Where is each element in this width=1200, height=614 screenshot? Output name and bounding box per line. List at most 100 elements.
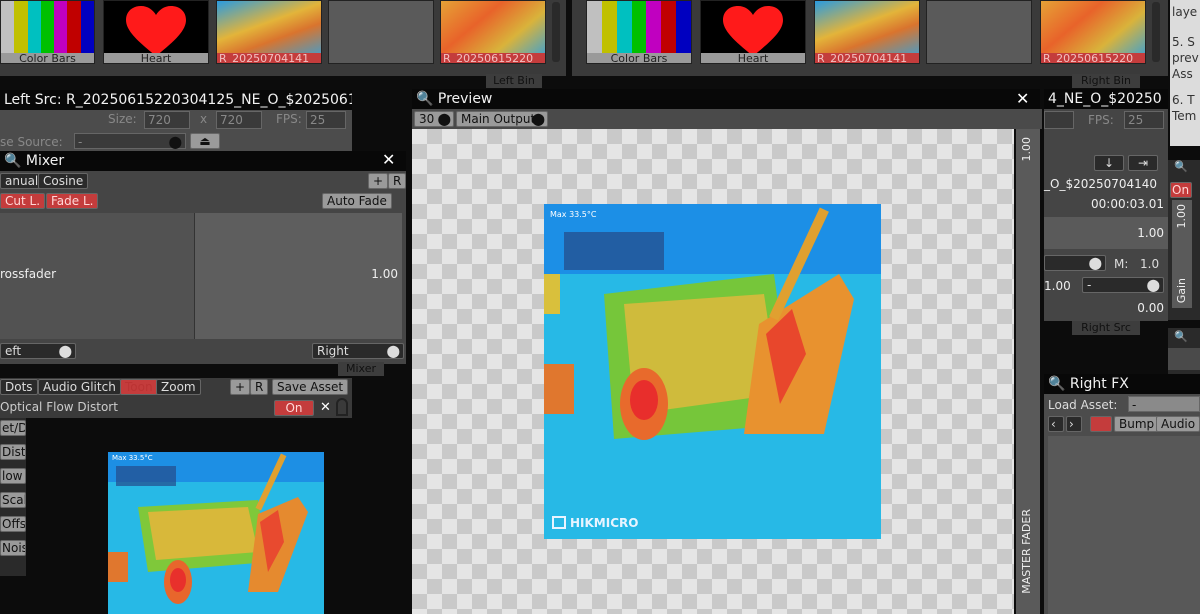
size-label: Size:	[108, 112, 137, 126]
x-label: x	[200, 112, 208, 126]
fade-button[interactable]: Fade L.	[46, 193, 99, 209]
right-fx-header: 🔍 Right FX	[1044, 374, 1200, 394]
offset-value: 0.00	[1137, 301, 1164, 315]
bin-thumb-clip-b[interactable]: R_20250615220	[440, 0, 546, 64]
fx-param-list: et/Dr Disto low Scale Offse Noise	[0, 418, 26, 576]
fx-tab-toon[interactable]: Toon	[120, 379, 158, 395]
effect-on-toggle[interactable]: On	[274, 400, 314, 416]
fps-label: FPS:	[1088, 113, 1114, 127]
thumb-label: R_20250704141	[815, 53, 919, 63]
load-asset-label: Load Asset:	[1048, 398, 1118, 412]
mixer-title: Mixer	[25, 153, 65, 169]
mode-manual-tab[interactable]: anual	[0, 173, 44, 189]
bin-scrollbar[interactable]	[1152, 2, 1160, 62]
fx-reset-button[interactable]: R	[250, 379, 269, 395]
bin-thumb-empty[interactable]	[926, 0, 1032, 64]
preview-close-icon[interactable]: ✕	[1016, 91, 1029, 107]
param-button[interactable]: Scale	[0, 492, 26, 508]
right-fx-title: Right FX	[1069, 376, 1129, 392]
fx-tab-zoom[interactable]: Zoom	[156, 379, 201, 395]
width-field[interactable]: 720	[144, 111, 190, 129]
preview-toolbar: 30 ⬤ Main Output ⬤	[412, 109, 1042, 129]
fx-tab-toon[interactable]	[1090, 416, 1112, 432]
arrow-down-button[interactable]: ↓	[1094, 155, 1124, 171]
height-field[interactable]: 720	[216, 111, 262, 129]
chevron-down-icon: ⬤	[1146, 278, 1160, 292]
fps-field[interactable]: 25	[306, 111, 346, 129]
right-src-title: 4_NE_O_$20250	[1048, 91, 1162, 107]
fx-plus-button[interactable]: +	[230, 379, 251, 395]
fps-select[interactable]: 30 ⬤	[414, 111, 454, 127]
fx-tab-audio-glitch[interactable]: Audio G	[1156, 416, 1200, 432]
chevron-down-icon: ⬤	[386, 344, 400, 358]
right-opacity-slider[interactable]: 1.00	[1044, 217, 1168, 249]
search-icon: 🔍	[416, 91, 434, 107]
note-line: 5. S	[1172, 35, 1195, 49]
left-select[interactable]: eft ⬤	[0, 343, 76, 359]
eject-button[interactable]: ⏏	[190, 133, 220, 149]
master-fader[interactable]: 1.00 MASTER FADER	[1016, 129, 1040, 614]
right-bin-tab[interactable]: Right Bin	[1072, 74, 1140, 88]
mixer-plus-button[interactable]: +	[368, 173, 389, 189]
right-fps-field[interactable]: 25	[1124, 111, 1164, 129]
bin-thumb-empty[interactable]	[328, 0, 434, 64]
gain-slider[interactable]: 1.00 Gain	[1172, 200, 1192, 308]
right-select[interactable]: Right ⬤	[312, 343, 404, 359]
bin-thumb-heart[interactable]: Heart	[700, 0, 806, 64]
param-button[interactable]: Noise	[0, 540, 26, 556]
left-src-panel: Size: 720 x 720 FPS: 25 se Source: - ⬤ ⏏	[0, 110, 352, 152]
cut-button[interactable]: Cut L.	[0, 193, 46, 209]
mixer-reset-button[interactable]: R	[388, 173, 407, 189]
hikmicro-watermark: HIKMICRO	[570, 516, 639, 530]
right-mode-select[interactable]: ⬤	[1044, 255, 1106, 271]
effect-lock-icon[interactable]	[336, 398, 348, 416]
source-label: se Source:	[0, 135, 63, 149]
fx-tab-bump[interactable]: Bump	[1114, 416, 1160, 432]
param-button[interactable]: et/Dr	[0, 420, 26, 436]
save-asset-button[interactable]: Save Asset	[272, 379, 349, 395]
preview-thermal-image: Max 33.5°C HIKMICRO	[544, 204, 881, 539]
note-line: prev	[1172, 51, 1199, 65]
gain-strip: 🔍 On 1.00 Gain	[1168, 160, 1200, 320]
param-button[interactable]: Offse	[0, 516, 26, 532]
gain-value: 1.00	[1175, 204, 1188, 229]
right-bin: Color Bars Heart R_20250704141 R_2025061…	[572, 0, 1168, 76]
bin-thumb-clip-c[interactable]: R_20250704141	[814, 0, 920, 64]
right-size-field[interactable]	[1044, 111, 1074, 129]
left-bin-tab[interactable]: Left Bin	[486, 74, 542, 88]
effect-remove-icon[interactable]: ✕	[320, 400, 331, 416]
crossfader-slider[interactable]: rossfader 1.00	[0, 213, 402, 339]
param-button[interactable]: Disto	[0, 444, 26, 460]
param-button[interactable]: low	[0, 468, 26, 484]
speed-select[interactable]: - ⬤	[1082, 277, 1164, 293]
source-select[interactable]: - ⬤	[74, 133, 186, 149]
skip-end-button[interactable]: ⇥	[1128, 155, 1158, 171]
fx-tab-dots[interactable]: Dots	[0, 379, 38, 395]
mixer-header: 🔍 Mixer	[0, 151, 406, 171]
left-fx-panel: Dots Audio Glitch Toon Zoom + R Save Ass…	[0, 378, 352, 418]
aux-field[interactable]	[1168, 348, 1200, 370]
mixer-tab[interactable]: Mixer	[338, 362, 384, 376]
master-fader-value: 1.00	[1020, 137, 1033, 162]
load-asset-select[interactable]: -	[1128, 396, 1200, 412]
mode-cosine-tab[interactable]: Cosine	[38, 173, 89, 189]
mixer-close-icon[interactable]: ✕	[382, 152, 395, 168]
thermal-image	[544, 204, 881, 539]
bin-thumb-clip-a[interactable]: R_20250704141	[216, 0, 322, 64]
output-select[interactable]: Main Output ⬤	[456, 111, 548, 127]
bin-thumb-color-bars[interactable]: Color Bars	[0, 0, 95, 64]
fx-tab-audio-glitch[interactable]: Audio Glitch	[38, 379, 121, 395]
right-src-tab[interactable]: Right Src	[1072, 321, 1140, 335]
mixer-panel: anual Cosine + R Cut L. Fade L. Auto Fad…	[0, 171, 407, 364]
bin-thumb-color-bars[interactable]: Color Bars	[586, 0, 692, 64]
preview-canvas[interactable]: Max 33.5°C HIKMICRO	[412, 129, 1014, 614]
right-aux-strip: 🔍	[1168, 328, 1200, 374]
bin-thumb-heart[interactable]: Heart	[103, 0, 209, 64]
fx-next-button[interactable]: ›	[1066, 416, 1082, 432]
bin-scrollbar[interactable]	[552, 2, 560, 62]
auto-fade-button[interactable]: Auto Fade	[322, 193, 392, 209]
bin-thumb-clip-d[interactable]: R_20250615220	[1040, 0, 1146, 64]
gain-on-toggle[interactable]: On	[1170, 182, 1192, 198]
fx-prev-button[interactable]: ‹	[1048, 416, 1064, 432]
thumb-label: Heart	[701, 53, 805, 63]
